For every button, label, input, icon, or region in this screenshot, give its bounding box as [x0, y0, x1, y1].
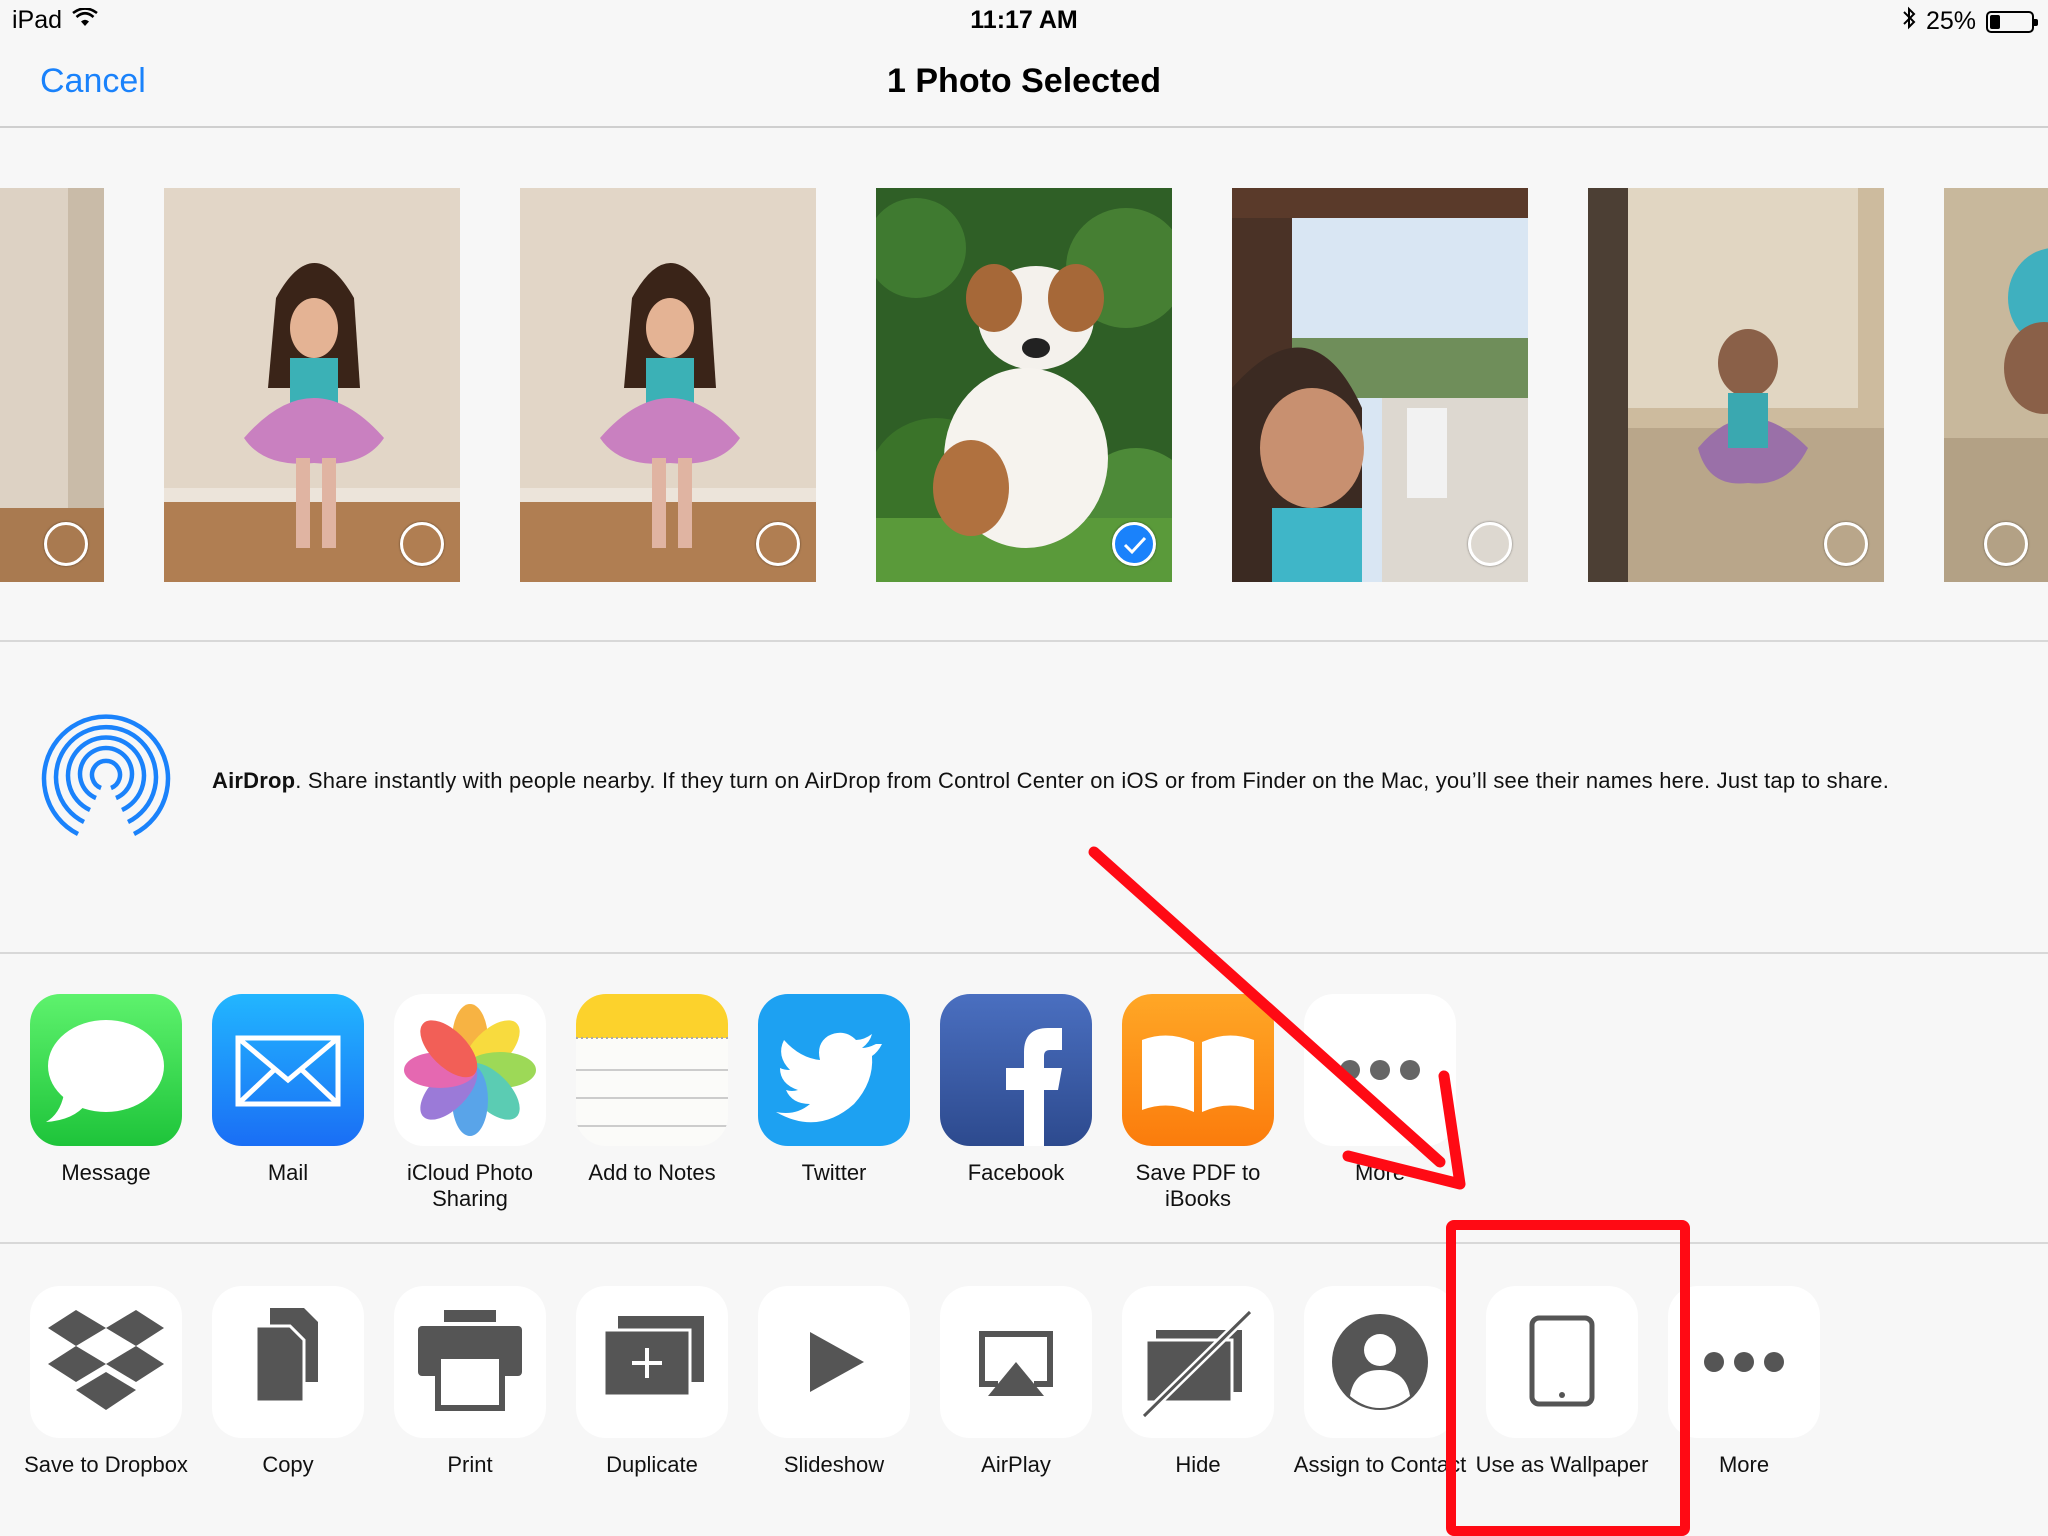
print-icon: [394, 1286, 546, 1438]
message-icon: [30, 994, 182, 1146]
share-app-label: Mail: [267, 1160, 309, 1185]
slideshow-icon: [758, 1286, 910, 1438]
more-icon: [1668, 1286, 1820, 1438]
status-right: 25%: [1902, 6, 2038, 37]
share-app-label: iCloud Photo Sharing: [407, 1160, 533, 1211]
share-message[interactable]: Message: [16, 994, 196, 1186]
photo-thumbnail[interactable]: [520, 188, 816, 582]
airdrop-body: . Share instantly with people nearby. If…: [295, 768, 1890, 793]
share-add-to-notes[interactable]: Add to Notes: [562, 994, 742, 1186]
photo-thumbnail[interactable]: [0, 188, 104, 582]
photo-thumbnail[interactable]: [164, 188, 460, 582]
facebook-icon: [940, 994, 1092, 1146]
share-facebook[interactable]: Facebook: [926, 994, 1106, 1186]
annotation-highlight-box: [1446, 1220, 1690, 1536]
copy-icon: [212, 1286, 364, 1438]
photos-icon: [394, 994, 546, 1146]
nav-bar: Cancel 1 Photo Selected: [0, 40, 2048, 128]
action-print[interactable]: Print: [380, 1286, 560, 1478]
duplicate-icon: [576, 1286, 728, 1438]
action-slideshow[interactable]: Slideshow: [744, 1286, 924, 1478]
dropbox-icon: [30, 1286, 182, 1438]
photo-thumbnail[interactable]: [1232, 188, 1528, 582]
page-title: 1 Photo Selected: [887, 62, 1161, 100]
select-circle[interactable]: [1824, 522, 1868, 566]
share-twitter[interactable]: Twitter: [744, 994, 924, 1186]
airdrop-icon: [38, 712, 174, 853]
select-circle[interactable]: [1984, 522, 2028, 566]
status-bar: iPad 11:17 AM 25%: [0, 0, 2048, 40]
airplay-icon: [940, 1286, 1092, 1438]
select-circle[interactable]: [44, 522, 88, 566]
contact-icon: [1304, 1286, 1456, 1438]
share-apps-row: Message Mail iCloud Photo Sharing Add to…: [0, 956, 2048, 1244]
battery-icon: [1986, 10, 2038, 33]
battery-fill: [1990, 14, 2000, 29]
share-icloud-photo[interactable]: iCloud Photo Sharing: [380, 994, 560, 1212]
share-app-label: Twitter: [801, 1160, 867, 1185]
hide-icon: [1122, 1286, 1274, 1438]
twitter-icon: [758, 994, 910, 1146]
bluetooth-icon: [1902, 6, 1916, 37]
action-label: Assign to Contact: [1293, 1452, 1467, 1477]
action-copy[interactable]: Copy: [198, 1286, 378, 1478]
airdrop-title: AirDrop: [212, 768, 296, 793]
action-label: Copy: [262, 1452, 314, 1477]
action-save-to-dropbox[interactable]: Save to Dropbox: [16, 1286, 196, 1478]
share-app-label: Add to Notes: [588, 1160, 716, 1185]
action-label: Duplicate: [606, 1452, 698, 1477]
airdrop-description: AirDrop. Share instantly with people nea…: [212, 768, 1889, 794]
action-label: Slideshow: [783, 1452, 885, 1477]
status-time: 11:17 AM: [970, 6, 1078, 34]
photo-thumbnail[interactable]: [1944, 188, 2048, 582]
airdrop-section: AirDrop. Share instantly with people nea…: [0, 644, 2048, 954]
action-label: Print: [447, 1452, 493, 1477]
select-circle[interactable]: [1468, 522, 1512, 566]
action-airplay[interactable]: AirPlay: [926, 1286, 1106, 1478]
notes-icon: [576, 994, 728, 1146]
mail-icon: [212, 994, 364, 1146]
share-app-label: Facebook: [967, 1160, 1065, 1185]
annotation-arrow: [1088, 846, 1466, 1190]
photo-strip[interactable]: [0, 130, 2048, 642]
share-mail[interactable]: Mail: [198, 994, 378, 1186]
select-circle[interactable]: [400, 522, 444, 566]
share-app-label: Message: [61, 1160, 151, 1185]
action-assign-to-contact[interactable]: Assign to Contact: [1290, 1286, 1470, 1478]
select-circle[interactable]: [756, 522, 800, 566]
photo-thumbnail[interactable]: [1588, 188, 1884, 582]
action-label: Hide: [1175, 1452, 1221, 1477]
action-label: Save to Dropbox: [24, 1452, 188, 1477]
selected-checkmark-icon[interactable]: [1112, 522, 1156, 566]
action-hide[interactable]: Hide: [1108, 1286, 1288, 1478]
action-duplicate[interactable]: Duplicate: [562, 1286, 742, 1478]
action-label: AirPlay: [981, 1452, 1051, 1477]
battery-percent: 25%: [1925, 7, 1976, 35]
share-actions-row: Save to Dropbox Copy Print Duplicate Sli…: [0, 1246, 2048, 1536]
photo-thumbnail-selected[interactable]: [876, 188, 1172, 582]
